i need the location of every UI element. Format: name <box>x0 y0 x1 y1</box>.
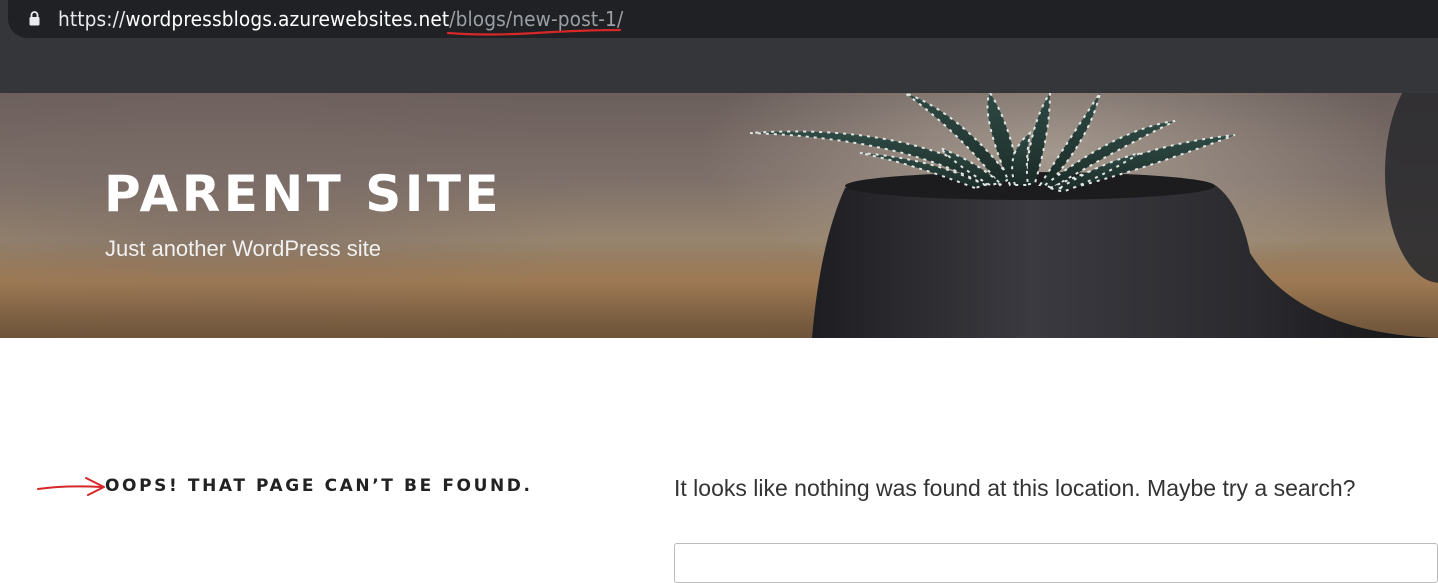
search-input[interactable] <box>674 543 1438 583</box>
arrow-annotation <box>37 477 105 496</box>
browser-chrome: https://wordpressblogs.azurewebsites.net… <box>0 0 1438 93</box>
url-host: wordpressblogs.azurewebsites.net <box>125 7 450 31</box>
lock-icon[interactable] <box>29 11 40 26</box>
url-underline-annotation <box>446 28 622 36</box>
not-found-message: It looks like nothing was found at this … <box>674 475 1356 501</box>
error-title: OOPS! THAT PAGE CAN’T BE FOUND. <box>105 476 533 496</box>
site-header-banner: PARENT SITE Just another WordPress site <box>0 93 1438 338</box>
site-title[interactable]: PARENT SITE <box>104 169 502 219</box>
site-tagline: Just another WordPress site <box>105 236 381 261</box>
url-scheme: https:// <box>58 7 126 31</box>
